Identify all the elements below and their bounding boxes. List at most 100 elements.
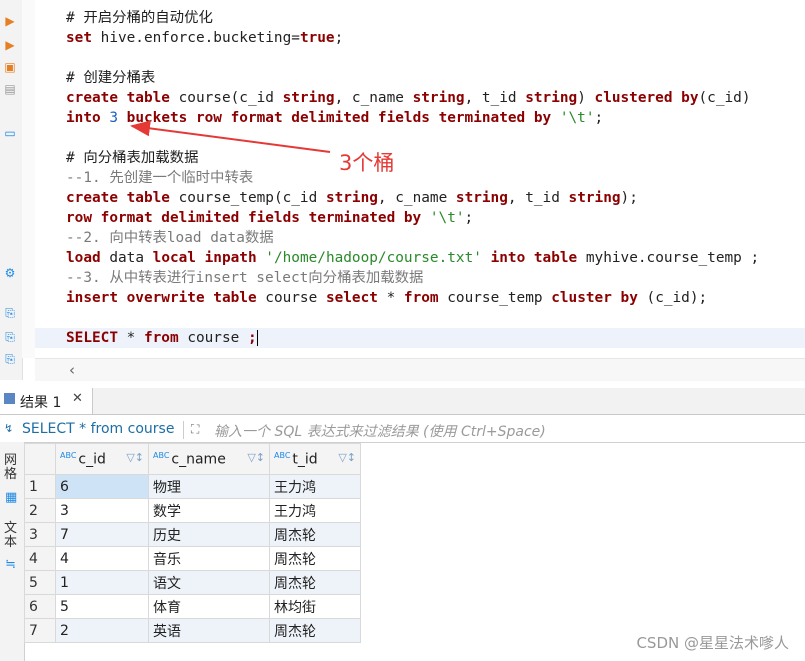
sort-filter-icon[interactable]: ▽↕ [338,451,356,464]
column-name: c_id [78,451,106,468]
line-gutter [22,0,35,358]
code-token: (c_id); [646,290,708,306]
code-line[interactable]: create table course_temp(c_id string, c_… [35,188,805,208]
table-cell[interactable]: 体育 [148,594,270,619]
sql-editor[interactable]: ▶ ▶ ▣ ▤ ▭ ⚙ ⎘ ⎘ ⎘ # 开启分桶的自动优化 set hive.en… [0,0,805,381]
table-cell[interactable]: 数学 [148,498,270,523]
table-cell[interactable]: 1 [55,570,149,595]
text-view-tab[interactable]: 文本 [4,522,20,550]
horizontal-scrollbar[interactable]: ‹ [35,358,805,381]
table-cell[interactable]: 语文 [148,570,270,595]
code-token: create table [66,90,179,106]
history-icon[interactable]: ▤ [3,82,17,96]
code-token: set [66,30,101,46]
table-cell[interactable]: 7 [55,522,149,547]
code-token: from [403,290,448,306]
explain-icon[interactable]: ▣ [3,60,17,74]
code-line[interactable]: # 向分桶表加载数据 [35,148,805,168]
settings-icon[interactable]: ⚙ [3,266,17,280]
code-token: string [412,90,465,106]
table-cell[interactable]: 周杰轮 [269,570,361,595]
code-token: ; [594,110,604,126]
result-view-rail: 网格 ▦ 文本 ≒ [0,442,25,661]
code-token: string [568,190,621,206]
table-cell[interactable]: 4 [55,546,149,571]
code-line[interactable] [35,308,805,328]
code-line[interactable]: set hive.enforce.bucketing=true; [35,28,805,48]
table-cell[interactable]: 林均街 [269,594,361,619]
query-icon: ↯ [4,422,14,435]
sort-filter-icon[interactable]: ▽↕ [126,451,144,464]
row-number: 1 [24,474,56,499]
divider [183,421,184,439]
code-line[interactable]: into 3 buckets row format delimited fiel… [35,108,805,128]
tab-result-1[interactable]: 结果 1 ✕ [0,388,93,414]
code-line[interactable]: --2. 向中转表load data数据 [35,228,805,248]
table-cell[interactable]: 王力鸿 [269,474,361,499]
column-header-c_id[interactable]: ABC c_id ▽↕ [55,443,149,475]
scroll-left-icon[interactable]: ‹ [69,361,75,379]
load-script-icon[interactable]: ⎘ [3,330,17,344]
export-icon[interactable]: ⎘ [3,306,17,320]
code-line[interactable]: # 开启分桶的自动优化 [35,8,805,28]
sort-filter-icon[interactable]: ▽↕ [247,451,265,464]
code-line[interactable]: SELECT * from course ; [35,328,805,348]
table-cell[interactable]: 王力鸿 [269,498,361,523]
table-cell[interactable]: 历史 [148,522,270,547]
execute-statement-icon[interactable]: ▶ [3,14,17,28]
column-header-t_id[interactable]: ABC t_id ▽↕ [269,443,361,475]
code-token: , t_id [507,190,569,206]
query-label: SELECT * from course [22,421,175,437]
code-line[interactable] [35,128,805,148]
table-cell[interactable]: 音乐 [148,546,270,571]
code-token: * [126,330,144,346]
code-token: course_temp(c_id [178,190,326,206]
table-cell[interactable]: 5 [55,594,149,619]
code-line[interactable]: create table course(c_id string, c_name … [35,88,805,108]
table-row[interactable]: 4 4 音乐 周杰轮 [24,546,361,571]
table-cell[interactable]: 周杰轮 [269,546,361,571]
table-cell[interactable]: 英语 [148,618,270,643]
code-token: ; [464,210,474,226]
code-token: into table [490,250,586,266]
table-cell[interactable]: 3 [55,498,149,523]
editor-toolbar: ▶ ▶ ▣ ▤ ▭ ⚙ ⎘ ⎘ ⎘ [0,0,23,380]
code-token: true [299,30,335,46]
code-line[interactable]: row format delimited fields terminated b… [35,208,805,228]
table-row[interactable]: 6 5 体育 林均街 [24,594,361,619]
code-token: hive.enforce.bucketing= [100,30,300,46]
code-token: '\t' [429,210,465,226]
code-line[interactable]: --3. 从中转表进行insert select向分桶表加载数据 [35,268,805,288]
column-header-c_name[interactable]: ABC c_name ▽↕ [148,443,270,475]
close-icon[interactable]: ✕ [72,391,83,406]
table-cell[interactable]: 2 [55,618,149,643]
code-line[interactable] [35,48,805,68]
code-token: ) [577,90,595,106]
execute-script-icon[interactable]: ▶ [3,38,17,52]
result-grid[interactable]: ABC c_id ▽↕ ABC c_name ▽↕ ABC t_id ▽↕ 1 6 物理 王力鸿 2 3 数… [24,443,361,643]
table-cell[interactable]: 周杰轮 [269,522,361,547]
table-row[interactable]: 5 1 语文 周杰轮 [24,570,361,595]
code-token: 3 [109,110,118,126]
header-row: ABC c_id ▽↕ ABC c_name ▽↕ ABC t_id ▽↕ [24,443,361,475]
code-line[interactable]: load data local inpath '/home/hadoop/cou… [35,248,805,268]
code-token: from [143,330,188,346]
table-row[interactable]: 3 7 历史 周杰轮 [24,522,361,547]
table-cell[interactable]: 周杰轮 [269,618,361,643]
table-row[interactable]: 7 2 英语 周杰轮 [24,618,361,643]
annotation-label: 3个桶 [339,151,395,175]
code-line[interactable]: insert overwrite table course select * f… [35,288,805,308]
table-cell[interactable]: 物理 [148,474,270,499]
code-token: string [525,90,578,106]
filter-input[interactable]: 输入一个 SQL 表达式来过滤结果 (使用 Ctrl+Space) [214,421,546,441]
save-script-icon[interactable]: ⎘ [3,352,17,366]
code-line[interactable]: # 创建分桶表 [35,68,805,88]
filter-icon: ⛶ [191,422,200,436]
console-icon[interactable]: ▭ [3,126,17,140]
table-row[interactable]: 1 6 物理 王力鸿 [24,474,361,499]
grid-view-tab[interactable]: 网格 [4,454,20,482]
table-row[interactable]: 2 3 数学 王力鸿 [24,498,361,523]
table-cell[interactable]: 6 [55,474,149,499]
code-line[interactable]: --1. 先创建一个临时中转表 [35,168,805,188]
